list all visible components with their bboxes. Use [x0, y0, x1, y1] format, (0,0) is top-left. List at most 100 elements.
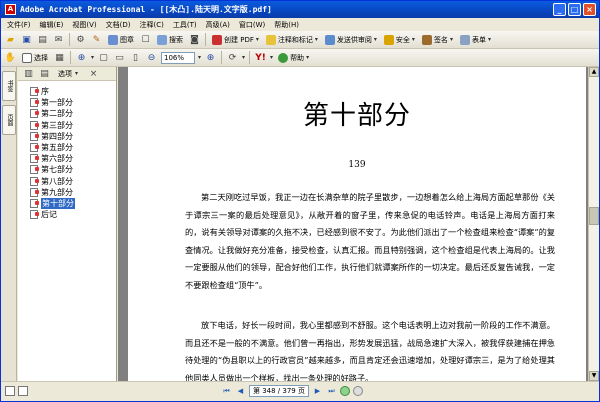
bookmark-item[interactable]: 第二部分	[18, 108, 116, 119]
scroll-down-icon[interactable]: ▼	[589, 371, 599, 381]
bookmark-item[interactable]: 第三部分	[18, 120, 116, 131]
fit-page-icon[interactable]: ▭	[113, 51, 126, 64]
open-folder-icon[interactable]: ▰	[4, 33, 17, 46]
next-view-icon[interactable]	[352, 386, 363, 396]
bookmark-list: 序第一部分 第二部分 第三部分 第四部分第五部分 第六部分 第七部分 第八部分 第九部分 第十部…	[18, 81, 116, 220]
hand-tool-icon[interactable]: ✋	[4, 51, 17, 64]
menu-help[interactable]: 帮助(H)	[274, 20, 299, 30]
paragraph: 第二天刚吃过早饭，我正一边在长满杂草的院子里散步，一边想着怎么给上海局方面起草那…	[185, 192, 555, 290]
document-viewport: 第十部分 139 第二天刚吃过早饭，我正一边在长满杂草的院子里散步，一边想着怎么…	[118, 67, 588, 381]
menu-edit[interactable]: 编辑(E)	[40, 20, 64, 30]
bookmark-item[interactable]: 第八部分	[18, 176, 116, 187]
send-review-icon	[324, 34, 335, 45]
bookmark-page-icon	[30, 98, 39, 108]
page-number-field[interactable]: 第 348 / 379 页	[249, 385, 309, 397]
scroll-up-icon[interactable]: ▲	[589, 67, 599, 77]
vertical-scrollbar[interactable]: ▲ ▼	[588, 67, 599, 381]
previous-page-icon[interactable]: ◀	[235, 386, 246, 397]
camera-icon[interactable]: ◙	[188, 33, 201, 46]
menu-advanced[interactable]: 高级(A)	[206, 20, 230, 30]
create-pdf-button[interactable]: 创建 PDF ▾	[210, 33, 261, 47]
toolbar-file: ▰ ▣ ▤ ✉ ⚙ ✎ 图章 ☐ 搜索 ◙ 创建 PDF ▾ 注释和标记 ▾ 发送供…	[1, 31, 599, 49]
bookmark-item[interactable]: 后记	[18, 209, 116, 220]
window-title: Adobe Acrobat Professional - [[木凸].陆天明.文…	[20, 5, 272, 14]
delete-bookmark-icon[interactable]: ▥	[22, 67, 35, 80]
menu-window[interactable]: 窗口(W)	[239, 20, 265, 30]
bookmark-options-button[interactable]: 选项	[58, 69, 72, 79]
bookmark-item[interactable]: 第一部分	[18, 97, 116, 108]
bookmark-item[interactable]: 第六部分	[18, 153, 116, 164]
menu-comments[interactable]: 注释(C)	[140, 20, 164, 30]
comment-markup-button[interactable]: 注释和标记 ▾	[264, 33, 320, 47]
tab-pages[interactable]: 页面	[2, 105, 16, 135]
bookmark-page-icon	[30, 120, 39, 130]
send-review-button[interactable]: 发送供审阅 ▾	[323, 33, 379, 47]
help-button[interactable]: 帮助 ▾	[276, 51, 311, 65]
tool-icon[interactable]: ⚙	[74, 33, 87, 46]
bookmark-item[interactable]: 第九部分	[18, 187, 116, 198]
bookmark-page-icon	[30, 187, 39, 197]
actual-size-icon[interactable]: ▢	[97, 51, 110, 64]
sign-button[interactable]: 签名 ▾	[420, 33, 455, 47]
menu-tools[interactable]: 工具(T)	[173, 20, 197, 30]
security-button[interactable]: 安全 ▾	[382, 33, 417, 47]
status-bar: ⏮ ◀ 第 348 / 379 页 ▶ ⏭	[1, 381, 599, 401]
fit-width-icon[interactable]: ▯	[129, 51, 142, 64]
zoom-in-icon[interactable]: ⊕	[204, 51, 217, 64]
zoom-out-icon[interactable]: ⊖	[145, 51, 158, 64]
cursor-icon	[22, 52, 32, 63]
bookmark-item[interactable]: 第五部分	[18, 142, 116, 153]
first-page-icon[interactable]: ⏮	[221, 386, 232, 397]
part-title: 第十部分	[302, 101, 411, 131]
bookmark-page-icon	[30, 165, 39, 175]
hand-icon[interactable]: ☐	[139, 33, 152, 46]
zoom-dropdown-icon[interactable]: ▾	[198, 54, 201, 61]
snapshot-icon[interactable]: ▦	[53, 51, 66, 64]
scroll-thumb[interactable]	[589, 207, 599, 225]
yahoo-icon[interactable]: Y!	[254, 51, 267, 64]
bookmark-item[interactable]: 序	[18, 86, 116, 97]
image-icon	[108, 34, 118, 45]
menu-file[interactable]: 文件(F)	[7, 20, 31, 30]
form-icon	[459, 34, 470, 45]
bookmark-label: 第六部分	[41, 154, 73, 164]
maximize-icon[interactable]: □	[568, 3, 581, 16]
bookmark-label: 第四部分	[41, 131, 73, 141]
bookmark-item[interactable]: 第四部分	[18, 131, 116, 142]
annotate-icon[interactable]: ✎	[90, 33, 103, 46]
new-bookmark-icon[interactable]: ▤	[38, 67, 51, 80]
create-pdf-icon	[212, 34, 222, 45]
tab-bookmarks[interactable]: 书签	[2, 71, 16, 101]
rotate-icon[interactable]: ⟳	[226, 51, 239, 64]
last-page-icon[interactable]: ⏭	[326, 386, 337, 397]
print-icon[interactable]: ▤	[36, 33, 49, 46]
menu-document[interactable]: 文档(D)	[106, 20, 131, 30]
zoom-icon[interactable]: ⊕	[75, 51, 88, 64]
bookmark-page-icon	[30, 109, 39, 119]
select-tool-button[interactable]: 选择	[20, 51, 50, 65]
bookmark-item[interactable]: 第七部分	[18, 164, 116, 175]
email-icon[interactable]: ✉	[52, 33, 65, 46]
bookmark-item[interactable]: 第十部分	[18, 197, 116, 209]
comment-icon	[265, 34, 276, 45]
close-panel-icon[interactable]: ×	[87, 67, 100, 80]
pdf-page: 第十部分 139 第二天刚吃过早饭，我正一边在长满杂草的院子里散步，一边想着怎么…	[128, 67, 586, 381]
bookmark-label: 第三部分	[41, 120, 73, 130]
previous-view-icon[interactable]	[339, 386, 350, 396]
zoom-input[interactable]: 106%	[161, 51, 196, 64]
help-icon	[278, 52, 289, 63]
window-controls: _ □ ×	[553, 3, 596, 16]
menu-bar: 文件(F) 编辑(E) 视图(V) 文档(D) 注释(C) 工具(T) 高级(A…	[1, 18, 599, 31]
bookmark-label: 第五部分	[41, 143, 73, 153]
search-button[interactable]: 搜索	[155, 33, 185, 47]
form-button[interactable]: 表单 ▾	[458, 33, 493, 47]
minimize-icon[interactable]: _	[553, 3, 566, 16]
acrobat-app-icon: A	[5, 4, 16, 15]
close-icon[interactable]: ×	[583, 3, 596, 16]
bookmark-page-icon	[30, 131, 39, 141]
menu-view[interactable]: 视图(V)	[72, 20, 96, 30]
next-page-icon[interactable]: ▶	[312, 386, 323, 397]
acrobat-window: A Adobe Acrobat Professional - [[木凸].陆天明…	[0, 0, 600, 402]
save-icon[interactable]: ▣	[20, 33, 33, 46]
image-button[interactable]: 图章	[106, 33, 136, 47]
